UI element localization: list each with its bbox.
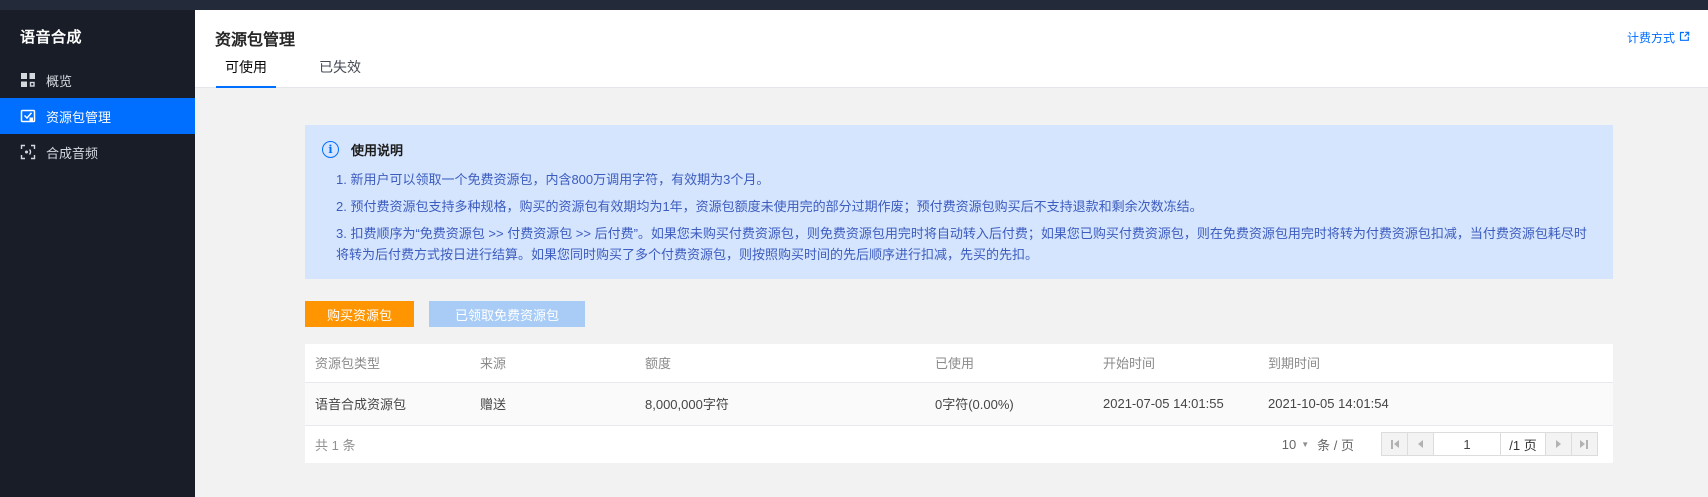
table-footer: 共 1 条 10 ▼ 条 / 页 — [305, 426, 1613, 463]
sidebar: 语音合成 概览 资源包管理 合成音频 — [0, 10, 195, 497]
tab-available[interactable]: 可使用 — [216, 51, 276, 88]
external-link-icon — [1679, 31, 1690, 45]
last-page-icon — [1580, 440, 1585, 448]
buy-resource-package-button[interactable]: 购买资源包 — [305, 301, 414, 327]
sidebar-item-overview[interactable]: 概览 — [0, 62, 195, 98]
info-icon: i — [322, 141, 339, 158]
billing-method-label: 计费方式 — [1627, 29, 1675, 46]
col-quota: 额度 — [635, 344, 925, 382]
col-expire-time: 到期时间 — [1258, 344, 1613, 382]
sidebar-item-label: 合成音频 — [46, 143, 98, 162]
notice-line: 2. 预付费资源包支持多种规格，购买的资源包有效期均为1年，资源包额度未使用完的… — [336, 196, 1593, 217]
sidebar-item-resource-packages[interactable]: 资源包管理 — [0, 98, 195, 134]
billing-method-link[interactable]: 计费方式 — [1627, 29, 1690, 46]
next-page-icon — [1556, 440, 1561, 448]
main-panel: 资源包管理 计费方式 可使用 已失效 i 使用说明 1. 新用户可以领取一个免费… — [195, 10, 1708, 497]
cell-used: 0字符(0.00%) — [925, 382, 1093, 425]
page-size-value: 10 — [1282, 437, 1296, 452]
free-package-claimed-button[interactable]: 已领取免费资源包 — [429, 301, 585, 327]
col-used: 已使用 — [925, 344, 1093, 382]
prev-page-icon — [1418, 440, 1423, 448]
cell-package-type: 语音合成资源包 — [305, 382, 470, 425]
first-page-button[interactable] — [1381, 432, 1408, 456]
grid-icon — [20, 72, 36, 88]
notice-title: 使用说明 — [351, 140, 403, 159]
tab-expired[interactable]: 已失效 — [310, 51, 370, 88]
sidebar-item-synth-audio[interactable]: 合成音频 — [0, 134, 195, 170]
page-number-input[interactable] — [1433, 432, 1501, 456]
per-page-label: 条 / 页 — [1317, 435, 1354, 454]
table-row: 语音合成资源包 赠送 8,000,000字符 0字符(0.00%) 2021-0… — [305, 382, 1613, 425]
cell-start-time: 2021-07-05 14:01:55 — [1093, 382, 1258, 425]
action-bar: 购买资源包 已领取免费资源包 — [305, 301, 1613, 327]
page-total-label: /1 页 — [1500, 432, 1546, 456]
last-page-button[interactable] — [1571, 432, 1598, 456]
usage-notice: i 使用说明 1. 新用户可以领取一个免费资源包，内含800万调用字符，有效期为… — [305, 125, 1613, 279]
chevron-down-icon: ▼ — [1301, 440, 1309, 449]
cell-quota: 8,000,000字符 — [635, 382, 925, 425]
col-source: 来源 — [470, 344, 635, 382]
sidebar-item-label: 概览 — [46, 71, 72, 90]
global-top-bar — [0, 0, 1708, 10]
col-package-type: 资源包类型 — [305, 344, 470, 382]
product-title: 语音合成 — [0, 10, 195, 62]
resource-package-table: 资源包类型 来源 额度 已使用 开始时间 到期时间 语音合成资源包 赠送 8,0 — [305, 344, 1613, 463]
table-header-row: 资源包类型 来源 额度 已使用 开始时间 到期时间 — [305, 344, 1613, 382]
prev-page-button[interactable] — [1407, 432, 1434, 456]
cell-source: 赠送 — [470, 382, 635, 425]
sidebar-nav: 概览 资源包管理 合成音频 — [0, 62, 195, 170]
notice-body: 1. 新用户可以领取一个免费资源包，内含800万调用字符，有效期为3个月。 2.… — [336, 169, 1593, 265]
audio-scan-icon — [20, 144, 36, 160]
notice-line: 1. 新用户可以领取一个免费资源包，内含800万调用字符，有效期为3个月。 — [336, 169, 1593, 190]
total-count: 共 1 条 — [315, 435, 355, 454]
first-page-icon — [1391, 440, 1393, 449]
col-start-time: 开始时间 — [1093, 344, 1258, 382]
sidebar-item-label: 资源包管理 — [46, 107, 111, 126]
content-area: i 使用说明 1. 新用户可以领取一个免费资源包，内含800万调用字符，有效期为… — [195, 88, 1708, 496]
page-header: 资源包管理 计费方式 可使用 已失效 — [195, 10, 1708, 88]
package-check-icon — [20, 108, 36, 124]
next-page-button[interactable] — [1545, 432, 1572, 456]
page-title: 资源包管理 — [215, 26, 295, 50]
pagination-controls: /1 页 — [1382, 432, 1598, 456]
notice-line: 3. 扣费顺序为“免费资源包 >> 付费资源包 >> 后付费”。如果您未购买付费… — [336, 223, 1593, 265]
cell-expire-time: 2021-10-05 14:01:54 — [1258, 382, 1613, 425]
tab-bar: 可使用 已失效 — [216, 51, 404, 88]
page-size-select[interactable]: 10 ▼ 条 / 页 — [1282, 435, 1354, 454]
